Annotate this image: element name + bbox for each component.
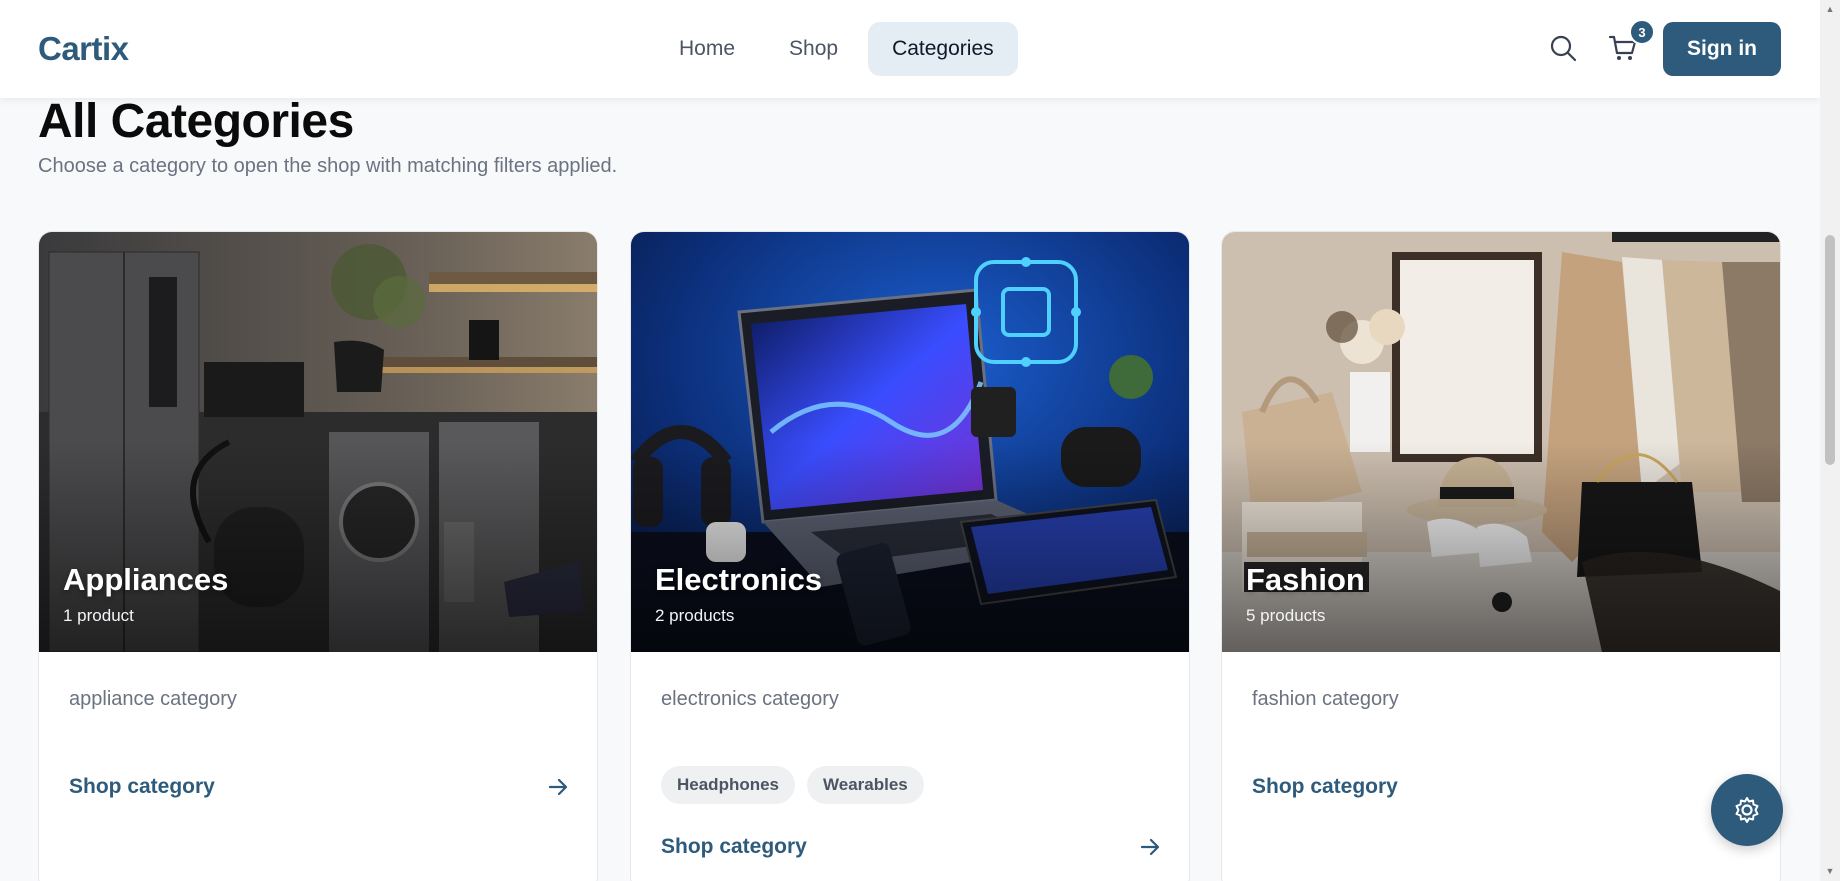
page-title: All Categories: [38, 95, 354, 148]
category-image-electronics[interactable]: Electronics 2 products: [631, 232, 1189, 652]
category-product-count: 1 product: [63, 606, 134, 625]
main-nav: Home Shop Categories: [655, 22, 1018, 76]
settings-fab-button[interactable]: [1711, 774, 1783, 846]
category-description: fashion category: [1252, 688, 1399, 710]
category-description: appliance category: [69, 688, 237, 710]
sign-in-button[interactable]: Sign in: [1663, 22, 1781, 76]
shop-category-label: Shop category: [661, 835, 807, 858]
tag-wearables[interactable]: Wearables: [807, 766, 924, 804]
category-card-electronics[interactable]: Electronics 2 products electronics categ…: [630, 231, 1190, 881]
scroll-up-arrow[interactable]: ▲: [1825, 4, 1835, 14]
search-icon[interactable]: [1547, 32, 1579, 64]
page-subtitle: Choose a category to open the shop with …: [38, 155, 618, 177]
nav-shop[interactable]: Shop: [765, 22, 862, 76]
shop-category-link[interactable]: Shop category: [661, 835, 1161, 859]
arrow-right-icon: [1140, 838, 1160, 856]
tag-headphones[interactable]: Headphones: [661, 766, 796, 804]
nav-categories[interactable]: Categories: [868, 22, 1018, 76]
nav-home[interactable]: Home: [655, 22, 759, 76]
category-card-fashion[interactable]: Fashion 5 products fashion category Shop…: [1221, 231, 1781, 881]
category-tags: Headphones Wearables: [661, 766, 924, 804]
page-scrollbar[interactable]: ▲ ▼: [1820, 0, 1840, 881]
cart-count-badge: 3: [1629, 19, 1655, 45]
category-name: Electronics: [655, 562, 823, 597]
gear-icon: [1735, 797, 1759, 823]
category-name: Fashion: [1246, 562, 1365, 597]
category-product-count: 2 products: [655, 606, 735, 625]
brand-logo[interactable]: Cartix: [38, 30, 129, 68]
category-image-appliances[interactable]: Appliances 1 product: [39, 232, 597, 652]
category-product-count: 5 products: [1246, 606, 1326, 625]
scroll-thumb[interactable]: [1825, 235, 1835, 465]
shop-category-label: Shop category: [69, 775, 215, 798]
category-image-fashion[interactable]: Fashion 5 products: [1222, 232, 1780, 652]
category-card-appliances[interactable]: Appliances 1 product appliance category …: [38, 231, 598, 881]
category-name: Appliances: [63, 562, 229, 597]
arrow-right-icon: [548, 778, 568, 796]
top-navbar: Cartix Home Shop Categories 3 Sign in: [0, 0, 1820, 98]
shop-category-link[interactable]: Shop category: [69, 775, 569, 799]
category-description: electronics category: [661, 688, 839, 710]
shop-category-label: Shop category: [1252, 775, 1398, 798]
shop-category-link[interactable]: Shop category: [1252, 775, 1752, 799]
scroll-down-arrow[interactable]: ▼: [1825, 866, 1835, 876]
